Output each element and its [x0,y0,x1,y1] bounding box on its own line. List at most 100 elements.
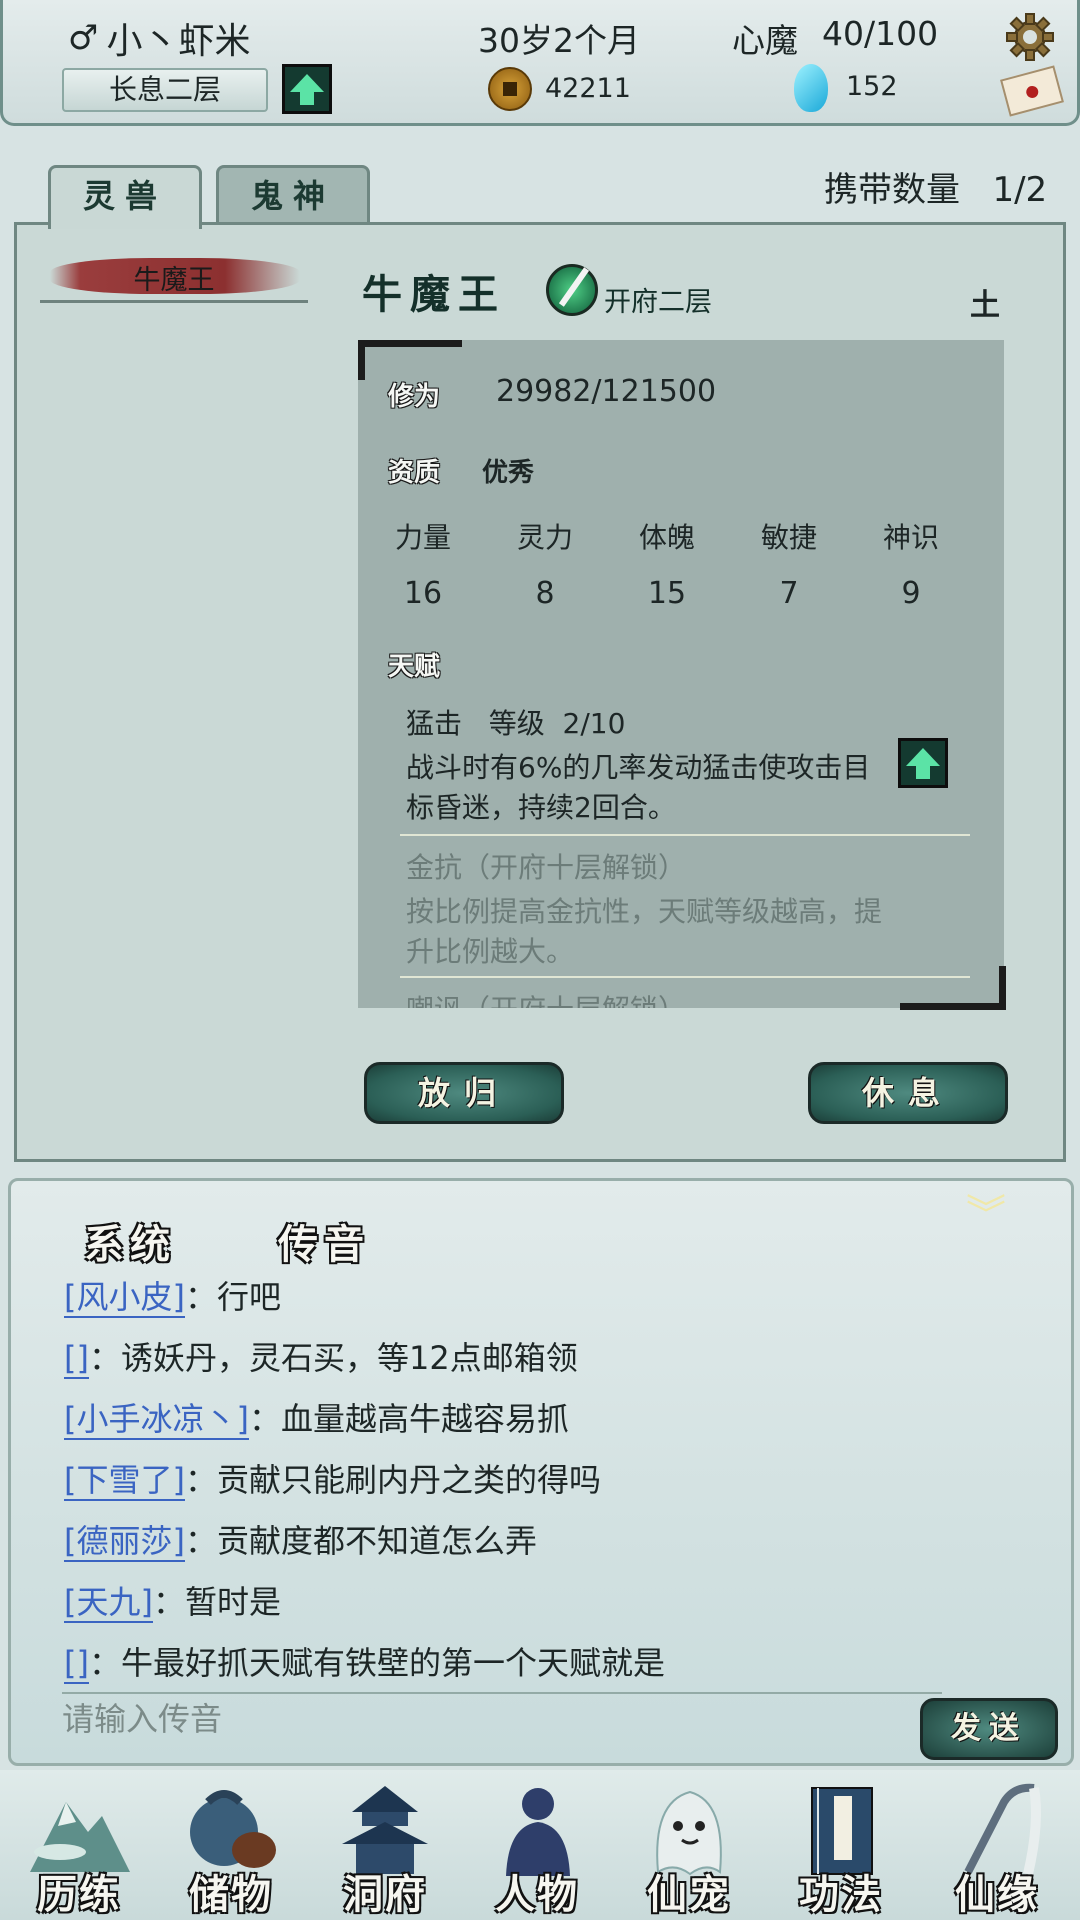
talent-2-desc: 按比例提高金抗性，天赋等级越高，提升比例越大。 [406,895,883,968]
chat-text: ：行吧 [184,1278,281,1316]
stat-name: 力量 [394,521,451,554]
chat-user-link[interactable]: [天九] [64,1583,153,1623]
divider [400,834,970,836]
nav-label: 仙缘 [955,1871,1039,1918]
heart-demon-label: 心魔 [732,21,798,60]
frame-corner [358,340,462,380]
stat-value: 9 [901,576,921,611]
release-button[interactable]: 放归 [364,1062,564,1124]
cultivation-label: 修为 [388,382,441,412]
collapse-chevron-icon[interactable]: ︾ [966,1195,1006,1235]
pet-detail-box[interactable]: 修为 29982/121500 资质 优秀 力量 16 灵力 8 体魄 15 敏… [358,340,1004,1008]
carry-count: 携带数量 1/2 [824,162,1047,211]
chat-user-link[interactable]: [下雪了] [64,1461,185,1501]
rename-brush-icon[interactable] [546,264,598,316]
aptitude-value: 优秀 [482,458,535,488]
stat-value: 8 [535,576,555,611]
talent-1-desc: 战斗时有6%的几率发动猛击使攻击目标昏迷，持续2回合。 [406,751,871,824]
chat-message: []：诱妖丹，灵石买，等12点邮箱领 [64,1333,1024,1394]
coin-count: 42211 [545,73,631,104]
stat-physique: 体魄 15 [612,516,722,611]
stat-agility: 敏捷 7 [734,516,844,611]
chat-text: ：诱妖丹，灵石买，等12点邮箱领 [88,1339,578,1377]
nav-character[interactable]: 人物 [462,1782,612,1918]
chat-user-link[interactable]: [] [64,1339,89,1379]
pet-name: 牛魔王 [362,271,506,318]
send-button[interactable]: 发送 [920,1698,1058,1760]
tab-spirit-beast[interactable]: 灵兽 [48,165,202,229]
coin-icon [488,67,532,111]
heart-demon-value: 40/100 [822,14,939,53]
chat-input[interactable] [62,1692,942,1740]
chat-user-link[interactable]: [德丽莎] [64,1522,185,1562]
gender-icon: ♂ [68,18,99,58]
stat-name: 神识 [882,521,939,554]
spirit-gem-icon [794,64,828,112]
chat-messages[interactable]: [风小皮]：行吧 []：诱妖丹，灵石买，等12点邮箱领 [小手冰凉丶]：血量越高… [64,1272,1024,1699]
tab-ghost-god[interactable]: 鬼神 [216,165,370,225]
nav-label: 仙宠 [647,1871,731,1918]
stat-value: 15 [647,576,687,611]
pet-realm: 开府二层 [604,287,712,318]
up-arrow-icon [290,74,324,92]
nav-label: 人物 [495,1871,579,1918]
pet-list-name: 牛魔王 [133,265,215,296]
talent-label: 天赋 [388,652,441,682]
chat-text: ：牛最好抓天赋有铁壁的第一个天赋就是 [88,1644,665,1682]
divider [400,976,970,978]
nav-label: 洞府 [343,1871,427,1918]
chat-tab-voice[interactable]: 传音 [278,1212,370,1270]
nav-label: 历练 [37,1871,121,1918]
chat-text: ：血量越高牛越容易抓 [248,1400,569,1438]
talent-2-title: 金抗（开府十层解锁） [406,851,687,884]
pet-element: 土 [970,288,1000,323]
nav-training[interactable]: 历练 [4,1782,154,1918]
cultivation-value: 29982/121500 [496,374,717,409]
stat-value: 7 [779,576,799,611]
chat-message: []：牛最好抓天赋有铁壁的第一个天赋就是 [64,1638,1024,1699]
stat-name: 灵力 [516,521,573,554]
carry-value: 1/2 [992,170,1048,210]
nav-label: 储物 [189,1871,273,1918]
chat-text: ：暂时是 [152,1583,281,1621]
realm-badge: 长息二层 [62,68,268,112]
talent-3-title: 嘲讽（开府十层解锁） [406,988,686,1008]
chat-user-link[interactable]: [] [64,1644,89,1684]
chat-message: [德丽莎]：贡献度都不知道怎么弄 [64,1516,1024,1577]
nav-immortal-pet[interactable]: 仙宠 [614,1782,764,1918]
stat-name: 体魄 [638,521,695,554]
stat-name: 敏捷 [760,521,817,554]
chat-text: ：贡献只能刷内丹之类的得吗 [184,1461,601,1499]
nav-fate[interactable]: 仙缘 [922,1782,1072,1918]
chat-message: [下雪了]：贡献只能刷内丹之类的得吗 [64,1455,1024,1516]
age-text: 30岁2个月 [478,21,640,60]
rest-button[interactable]: 休息 [808,1062,1008,1124]
player-name[interactable]: ♂ 小丶虾米 [68,12,251,64]
talent-upgrade-button[interactable] [898,738,948,788]
stat-perception: 神识 9 [856,516,966,611]
nav-label: 功法 [799,1871,883,1918]
chat-message: [风小皮]：行吧 [64,1272,1024,1333]
nav-storage[interactable]: 储物 [156,1782,306,1918]
chat-tab-system[interactable]: 系统 [84,1212,176,1270]
player-name-text: 小丶虾米 [106,21,251,62]
aptitude-label: 资质 [388,458,441,488]
pet-list-item[interactable]: 牛魔王 [40,254,308,303]
chat-message: [小手冰凉丶]：血量越高牛越容易抓 [64,1394,1024,1455]
stat-spirit: 灵力 8 [490,516,600,611]
chat-user-link[interactable]: [风小皮] [64,1278,185,1318]
chat-text: ：贡献度都不知道怎么弄 [184,1522,537,1560]
chat-message: [天九]：暂时是 [64,1577,1024,1638]
frame-corner [900,966,1006,1010]
talent-1-title: 猛击 等级 2/10 [406,707,626,740]
stat-value: 16 [403,576,443,611]
nav-cave-dwelling[interactable]: 洞府 [310,1782,460,1918]
stat-strength: 力量 16 [368,516,478,611]
carry-label: 携带数量 [824,170,960,210]
gear-icon[interactable] [1005,12,1055,62]
chat-user-link[interactable]: [小手冰凉丶] [64,1400,249,1440]
nav-techniques[interactable]: 功法 [766,1782,916,1918]
realm-upgrade-button[interactable] [282,64,332,114]
up-arrow-icon [906,748,940,766]
gem-count: 152 [846,71,898,102]
